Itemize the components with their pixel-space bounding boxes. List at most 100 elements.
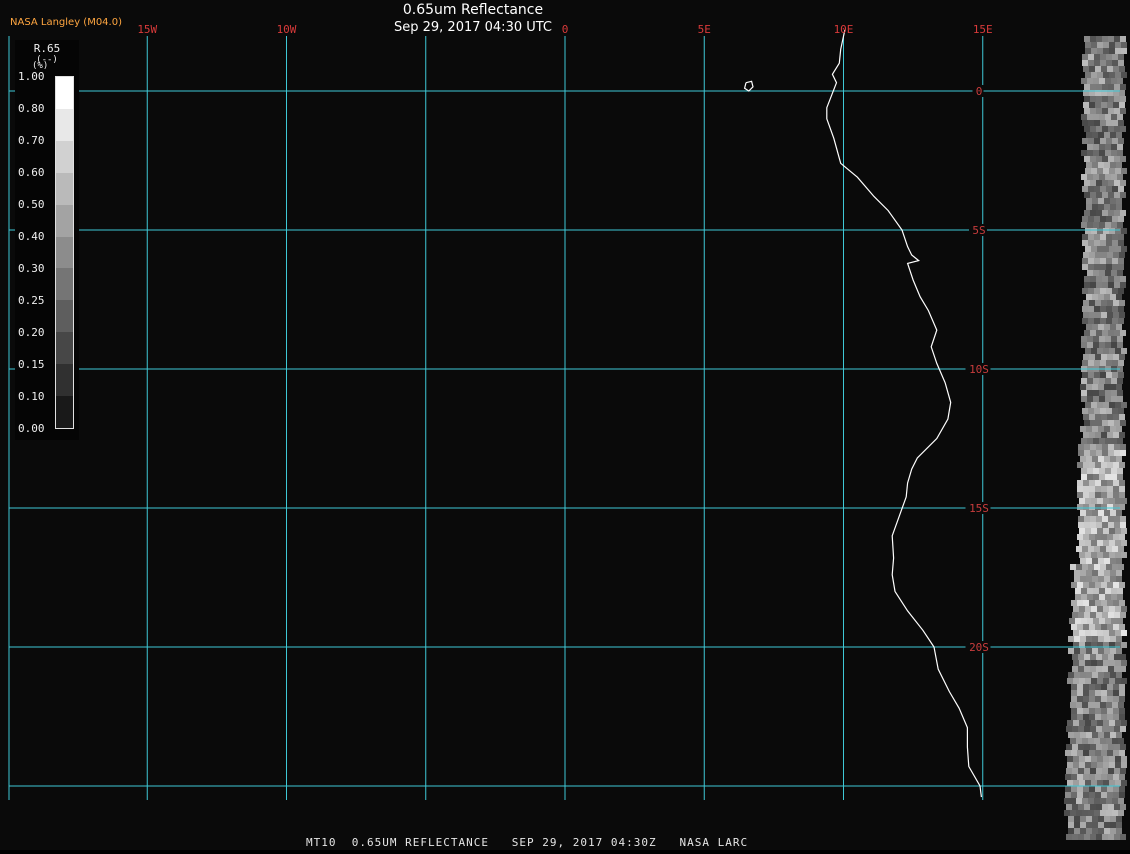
legend-band xyxy=(56,364,73,397)
land-pixel xyxy=(1119,750,1125,756)
land-pixel xyxy=(1095,684,1101,690)
land-pixel xyxy=(1090,666,1096,672)
land-pixel xyxy=(1068,672,1074,678)
land-pixel xyxy=(1089,414,1095,420)
land-pixel xyxy=(1108,330,1114,336)
land-pixel xyxy=(1107,492,1113,498)
land-pixel xyxy=(1093,342,1099,348)
legend-band xyxy=(56,236,73,269)
land-pixel xyxy=(1083,300,1089,306)
land-pixel xyxy=(1121,168,1127,174)
land-pixel xyxy=(1084,192,1090,198)
land-pixel xyxy=(1108,516,1114,522)
land-pixel xyxy=(1064,798,1070,804)
land-pixel xyxy=(1071,690,1077,696)
land-pixel xyxy=(1110,672,1116,678)
land-pixel xyxy=(1115,762,1121,768)
land-pixel xyxy=(1080,672,1086,678)
land-pixel xyxy=(1108,444,1114,450)
land-pixel xyxy=(1103,630,1109,636)
land-pixel xyxy=(1086,648,1092,654)
land-pixel xyxy=(1090,804,1096,810)
land-pixel xyxy=(1070,810,1076,816)
land-pixel xyxy=(1080,510,1086,516)
land-pixel xyxy=(1110,162,1116,168)
longitude-label: 0 xyxy=(562,23,569,36)
land-pixel xyxy=(1102,84,1108,90)
land-pixel xyxy=(1103,246,1109,252)
satellite-map-view[interactable]: 15W 10W 0 5E 10E 15E 0 5S 10S 15S 20S xyxy=(0,0,1130,850)
land-pixel xyxy=(1113,792,1119,798)
land-pixel xyxy=(1106,258,1112,264)
land-pixel xyxy=(1112,234,1118,240)
land-pixel xyxy=(1104,558,1110,564)
land-pixel xyxy=(1108,666,1114,672)
land-pixel xyxy=(1106,138,1112,144)
land-pixel xyxy=(1112,546,1118,552)
land-pixel xyxy=(1116,570,1122,576)
land-pixel xyxy=(1095,690,1101,696)
land-pixel xyxy=(1103,498,1109,504)
land-pixel xyxy=(1115,678,1121,684)
land-pixel xyxy=(1079,762,1085,768)
legend-band xyxy=(56,172,73,206)
land-pixel xyxy=(1117,378,1123,384)
island-outline xyxy=(743,80,754,92)
land-pixel xyxy=(1106,234,1112,240)
land-pixel xyxy=(1110,456,1116,462)
land-pixel xyxy=(1080,576,1086,582)
longitude-label: 10E xyxy=(834,23,854,36)
land-pixel xyxy=(1097,348,1103,354)
land-pixel xyxy=(1095,582,1101,588)
land-pixel xyxy=(1114,768,1120,774)
land-pixel xyxy=(1114,834,1120,840)
land-pixel xyxy=(1080,816,1086,822)
land-pixel xyxy=(1079,756,1085,762)
land-pixel xyxy=(1094,234,1100,240)
land-pixel xyxy=(1066,804,1072,810)
land-pixel xyxy=(1086,672,1092,678)
land-pixel xyxy=(1109,498,1115,504)
land-pixel xyxy=(1078,654,1084,660)
land-pixel xyxy=(1104,324,1110,330)
land-pixel xyxy=(1098,324,1104,330)
land-pixel xyxy=(1082,258,1088,264)
land-pixel xyxy=(1116,576,1122,582)
land-pixel xyxy=(1095,432,1101,438)
land-pixel xyxy=(1091,720,1097,726)
legend-tick-label: 0.00 xyxy=(18,422,45,435)
land-pixel xyxy=(1105,342,1111,348)
land-pixel xyxy=(1119,414,1125,420)
land-pixel xyxy=(1105,378,1111,384)
land-pixel xyxy=(1121,42,1127,48)
land-pixel xyxy=(1079,552,1085,558)
land-pixel xyxy=(1104,636,1110,642)
land-pixel xyxy=(1091,42,1097,48)
land-pixel xyxy=(1108,744,1114,750)
land-pixel xyxy=(1088,306,1094,312)
land-pixel xyxy=(1117,618,1123,624)
land-pixel xyxy=(1080,636,1086,642)
land-pixel xyxy=(1105,222,1111,228)
land-pixel xyxy=(1109,762,1115,768)
land-pixel xyxy=(1118,138,1124,144)
land-pixel xyxy=(1098,510,1104,516)
longitude-label: 15E xyxy=(973,23,993,36)
land-pixel xyxy=(1106,186,1112,192)
land-pixel xyxy=(1078,744,1084,750)
land-pixel xyxy=(1068,822,1074,828)
land-pixel xyxy=(1083,690,1089,696)
land-pixel xyxy=(1114,84,1120,90)
land-pixel xyxy=(1104,204,1110,210)
land-pixel xyxy=(1065,786,1071,792)
lat-lon-grid xyxy=(8,36,1120,800)
land-pixel xyxy=(1105,594,1111,600)
land-pixel xyxy=(1112,798,1118,804)
legend-tick-label: 0.20 xyxy=(18,326,45,339)
land-pixel xyxy=(1117,588,1123,594)
land-pixel xyxy=(1087,438,1093,444)
land-pixel xyxy=(1073,780,1079,786)
land-pixel xyxy=(1116,132,1122,138)
land-pixel xyxy=(1120,192,1126,198)
land-pixel xyxy=(1098,456,1104,462)
